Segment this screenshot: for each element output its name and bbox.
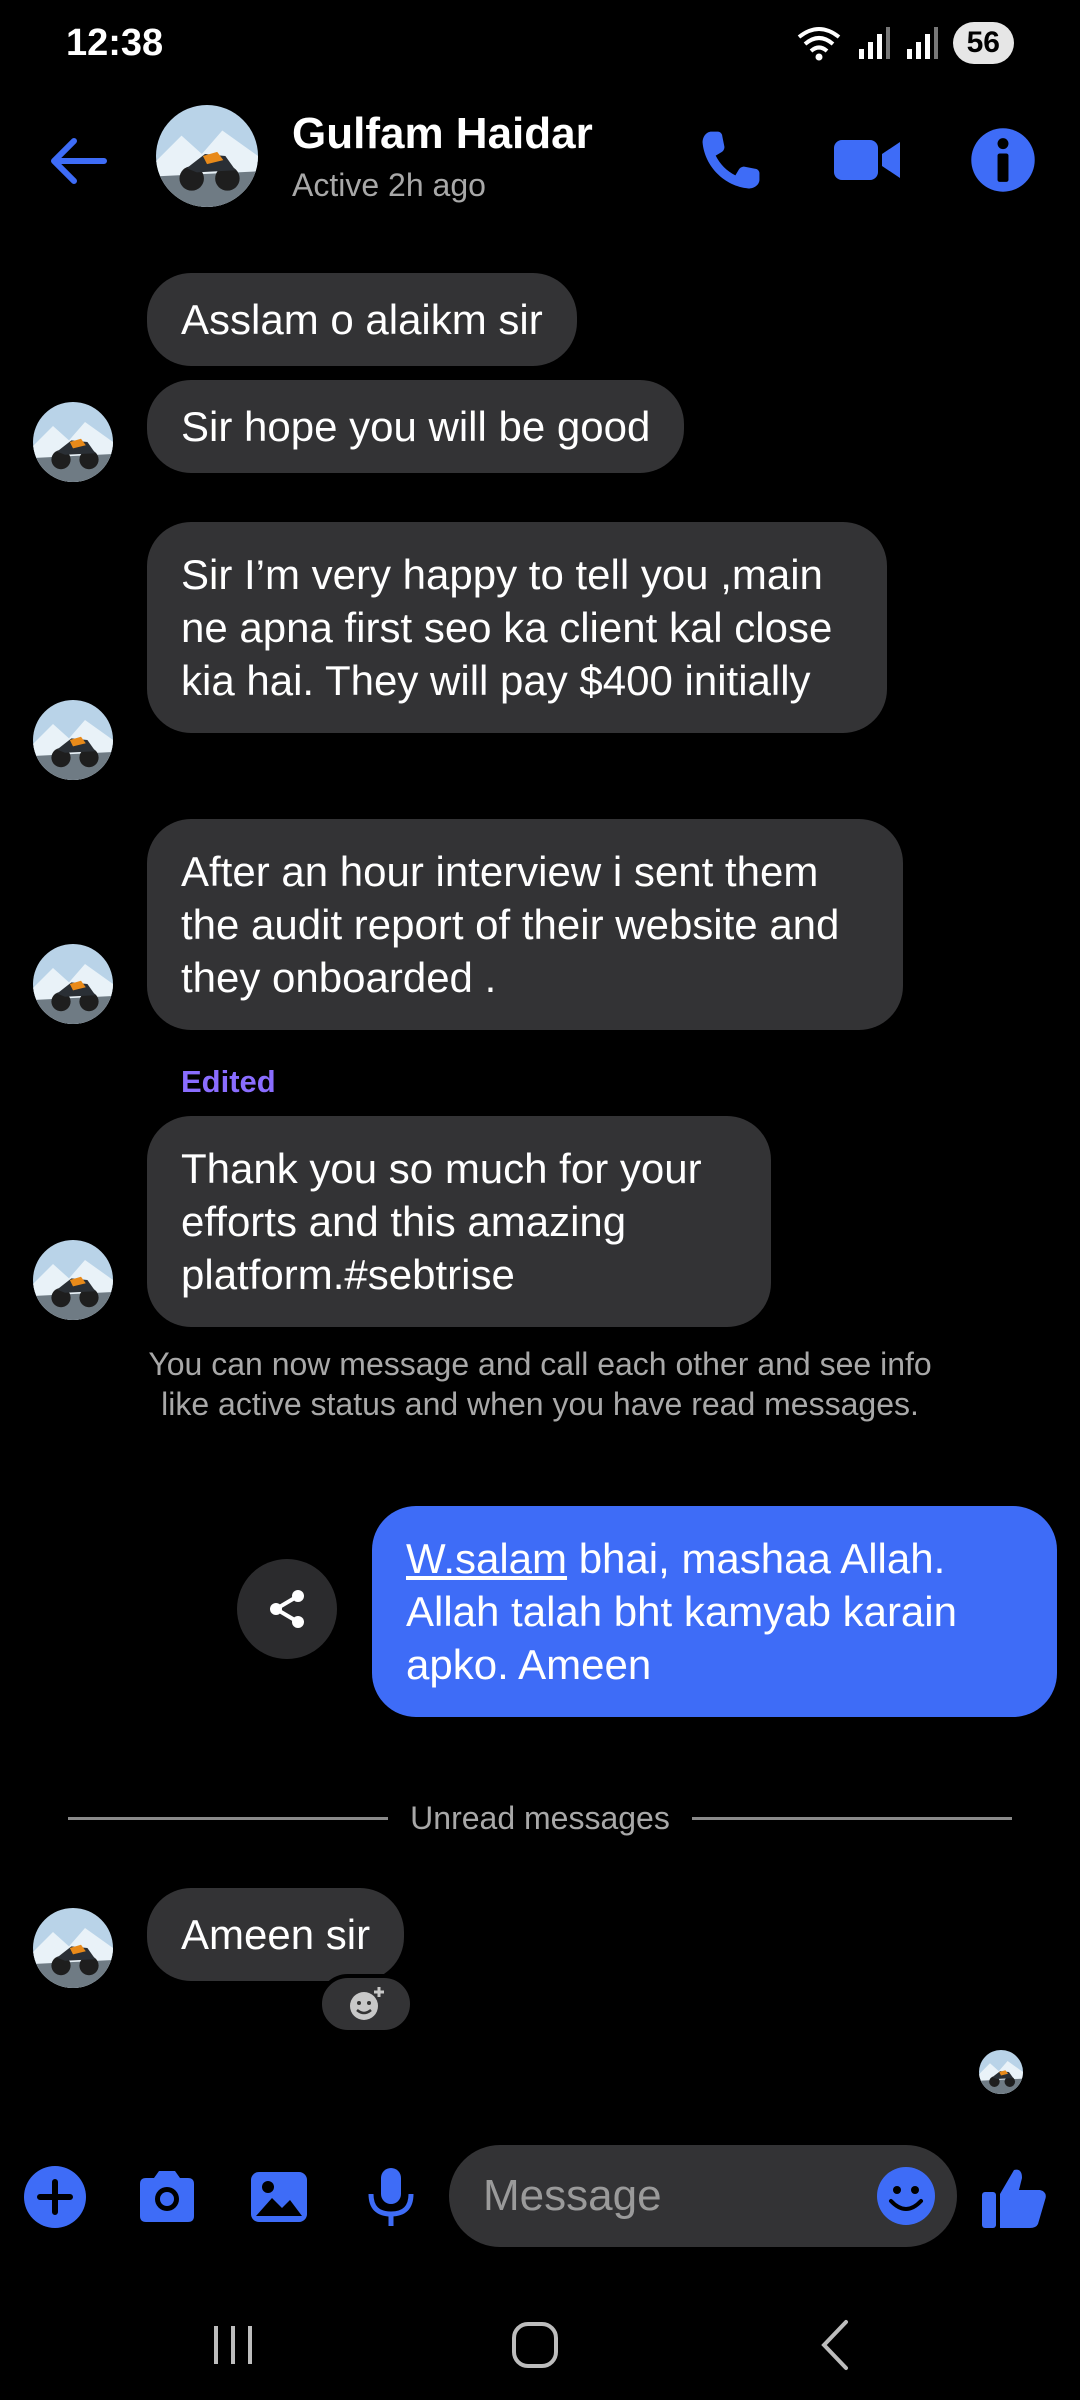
incoming-message[interactable]: Asslam o alaikm sir [147, 273, 577, 366]
share-button[interactable] [237, 1559, 337, 1659]
home-icon[interactable] [500, 2310, 570, 2380]
gallery-icon[interactable] [246, 2164, 312, 2230]
edited-label[interactable]: Edited [181, 1064, 276, 1100]
back-arrow-icon[interactable] [46, 129, 110, 193]
microphone-icon[interactable] [358, 2164, 424, 2230]
clock: 12:38 [66, 22, 164, 64]
message-input-field[interactable] [449, 2145, 957, 2247]
message-composer [0, 2140, 1080, 2250]
recent-apps-icon[interactable] [198, 2310, 268, 2380]
avatar[interactable] [33, 700, 113, 780]
avatar[interactable] [33, 944, 113, 1024]
info-icon[interactable] [968, 125, 1038, 195]
avatar[interactable] [33, 402, 113, 482]
divider-line [691, 1817, 1012, 1820]
video-camera-icon[interactable] [832, 125, 902, 195]
system-navigation-bar [0, 2290, 1080, 2400]
message-link[interactable]: W.salam [406, 1535, 567, 1582]
unread-divider: Unread messages [68, 1800, 1012, 1837]
wifi-icon [797, 27, 840, 61]
outgoing-message[interactable]: W.salam bhai, mashaa Allah. Allah talah … [372, 1506, 1057, 1717]
camera-icon[interactable] [134, 2164, 200, 2230]
divider-line [68, 1817, 389, 1820]
add-reaction-button[interactable] [318, 1974, 414, 2034]
conversation-header: Gulfam Haidar Active 2h ago [0, 95, 1080, 220]
thumbs-up-icon[interactable] [978, 2162, 1050, 2234]
avatar[interactable] [156, 105, 258, 207]
incoming-message[interactable]: Ameen sir [147, 1888, 405, 1981]
unread-label: Unread messages [410, 1800, 670, 1836]
add-reaction-icon [350, 1987, 384, 2020]
active-status: Active 2h ago [292, 167, 486, 203]
avatar[interactable] [33, 1240, 113, 1320]
share-icon [270, 1590, 304, 1628]
read-receipt-avatar [979, 2050, 1023, 2094]
battery-indicator: 56 [952, 22, 1014, 64]
avatar[interactable] [33, 1908, 113, 1988]
phone-icon[interactable] [696, 125, 766, 195]
status-icons: 56 [795, 22, 1014, 64]
incoming-message[interactable]: Sir I’m very happy to tell you ,main ne … [147, 522, 887, 733]
signal-icon [858, 27, 890, 59]
status-bar: 12:38 56 [0, 0, 1080, 90]
contact-name[interactable]: Gulfam Haidar [292, 109, 593, 159]
system-notice: You can now message and call each other … [148, 1346, 932, 1422]
incoming-message[interactable]: Thank you so much for your efforts and t… [147, 1116, 771, 1327]
nav-back-icon[interactable] [802, 2310, 872, 2380]
signal-icon [906, 27, 938, 59]
plus-icon[interactable] [22, 2164, 88, 2230]
incoming-message[interactable]: Sir hope you will be good [147, 380, 685, 473]
message-input[interactable] [483, 2165, 863, 2227]
emoji-icon[interactable] [875, 2165, 937, 2227]
incoming-message[interactable]: After an hour interview i sent them the … [147, 819, 903, 1030]
